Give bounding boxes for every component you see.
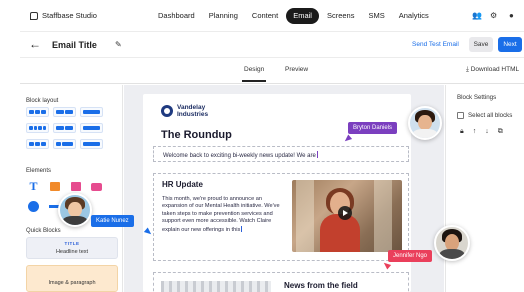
layout-3-col-alt[interactable]: [26, 139, 49, 149]
editor-header: ← Email Title ✎ Send Test Email Save Nex…: [20, 32, 524, 58]
users-icon[interactable]: 👥: [472, 11, 482, 20]
block-settings-heading: Block Settings: [457, 94, 497, 101]
image-element-icon[interactable]: [47, 180, 62, 193]
lock-icon[interactable]: 🔒︎: [460, 128, 464, 136]
person-body: [320, 214, 360, 252]
quick-block-label: Image & paragraph: [48, 280, 96, 286]
email-title[interactable]: Email Title: [52, 40, 97, 50]
text-element-icon[interactable]: T: [26, 179, 41, 193]
layout-2-col-wide[interactable]: [53, 139, 76, 149]
text-cursor: [241, 225, 243, 232]
save-button[interactable]: Save: [469, 37, 493, 52]
nav-links: Dashboard Planning Content Email Screens…: [152, 8, 437, 24]
company-logo[interactable]: Vandelay Industries: [161, 104, 217, 118]
news-title[interactable]: News from the field: [284, 281, 358, 290]
profile-icon[interactable]: ●: [509, 11, 514, 20]
layout-4-col[interactable]: [26, 123, 49, 133]
next-button[interactable]: Next: [498, 37, 522, 52]
nav-planning[interactable]: Planning: [203, 8, 244, 24]
email-heading[interactable]: The Roundup: [161, 129, 232, 141]
layout-1-col-alt[interactable]: [80, 123, 103, 133]
tab-preview[interactable]: Preview: [285, 66, 308, 73]
layout-2-col[interactable]: [53, 107, 76, 117]
elements-heading: Elements: [26, 168, 52, 174]
layout-3-col[interactable]: [26, 107, 49, 117]
button-element-icon[interactable]: [26, 200, 41, 213]
play-icon[interactable]: [338, 206, 352, 220]
select-all-blocks[interactable]: Select all blocks: [457, 112, 512, 119]
quick-blocks-heading: Quick Blocks: [26, 228, 61, 234]
pencil-icon[interactable]: ✎: [115, 40, 122, 49]
block-layout-heading: Block layout: [26, 98, 59, 104]
download-html-button[interactable]: ⤓ Download HTML: [466, 66, 519, 74]
move-up-icon[interactable]: ↑: [473, 128, 477, 136]
brand[interactable]: Staffbase Studio: [30, 11, 97, 20]
left-sidebar: Block layout Elements T Quick Blocks TIT…: [20, 85, 123, 292]
collaborator-tag-bryton: Bryton Daniels: [348, 122, 398, 134]
collaborator-tag-katie: Katie Nunez: [91, 215, 134, 227]
avatar-bryton: [408, 106, 442, 140]
text-cursor: [316, 151, 318, 158]
chat-bubble-icon: [30, 11, 38, 20]
duplicate-icon[interactable]: ⧉: [498, 128, 503, 136]
intro-text: Welcome back to exciting bi-weekly news …: [163, 153, 316, 159]
window-decoration: [374, 180, 392, 252]
quick-block-label: Headline text: [55, 249, 89, 255]
tab-design[interactable]: Design: [241, 66, 267, 82]
editor-tabs: Design Preview ⤓ Download HTML: [20, 58, 524, 84]
block-tools: 🔒︎ ↑ ↓ ⧉: [460, 128, 503, 136]
top-navigation: Staffbase Studio Dashboard Planning Cont…: [20, 0, 524, 32]
collaborator-tag-jennifer: Jennifer Ngo: [388, 250, 433, 262]
video-element-icon[interactable]: [89, 180, 104, 193]
select-all-checkbox[interactable]: [457, 112, 464, 119]
nav-screens[interactable]: Screens: [321, 8, 361, 24]
news-image[interactable]: [161, 281, 271, 292]
avatar-jennifer: [434, 225, 470, 261]
nav-analytics[interactable]: Analytics: [393, 8, 435, 24]
layout-grid: [26, 107, 103, 149]
quick-block-image-paragraph[interactable]: Image & paragraph: [26, 265, 118, 292]
logo-mark-icon: [161, 105, 173, 117]
download-icon: ⤓: [466, 66, 469, 73]
hr-update-title[interactable]: HR Update: [162, 180, 203, 189]
back-arrow-icon[interactable]: ←: [29, 37, 41, 51]
layout-2-col-alt[interactable]: [53, 123, 76, 133]
gear-icon[interactable]: ⚙: [490, 11, 497, 20]
avatar-katie: [58, 193, 92, 227]
layout-1-col[interactable]: [80, 107, 103, 117]
nav-email[interactable]: Email: [286, 8, 319, 24]
gallery-element-icon[interactable]: [68, 180, 83, 193]
hr-update-body[interactable]: This month, we're proud to announce an e…: [162, 196, 280, 234]
logo-text: Vandelay Industries: [177, 104, 209, 118]
nav-content[interactable]: Content: [246, 8, 284, 24]
quick-block-headline[interactable]: TITLE Headline text: [26, 237, 118, 259]
nav-dashboard[interactable]: Dashboard: [152, 8, 201, 24]
send-test-email-link[interactable]: Send Test Email: [412, 41, 459, 48]
headline-sample-text: TITLE: [64, 241, 80, 246]
layout-1-col-full[interactable]: [80, 139, 103, 149]
nav-sms[interactable]: SMS: [362, 8, 390, 24]
move-down-icon[interactable]: ↓: [485, 128, 489, 136]
window-decoration: [296, 180, 314, 252]
brand-name: Staffbase Studio: [42, 11, 97, 20]
intro-text-block[interactable]: Welcome back to exciting bi-weekly news …: [153, 146, 409, 162]
select-all-label: Select all blocks: [468, 112, 513, 119]
